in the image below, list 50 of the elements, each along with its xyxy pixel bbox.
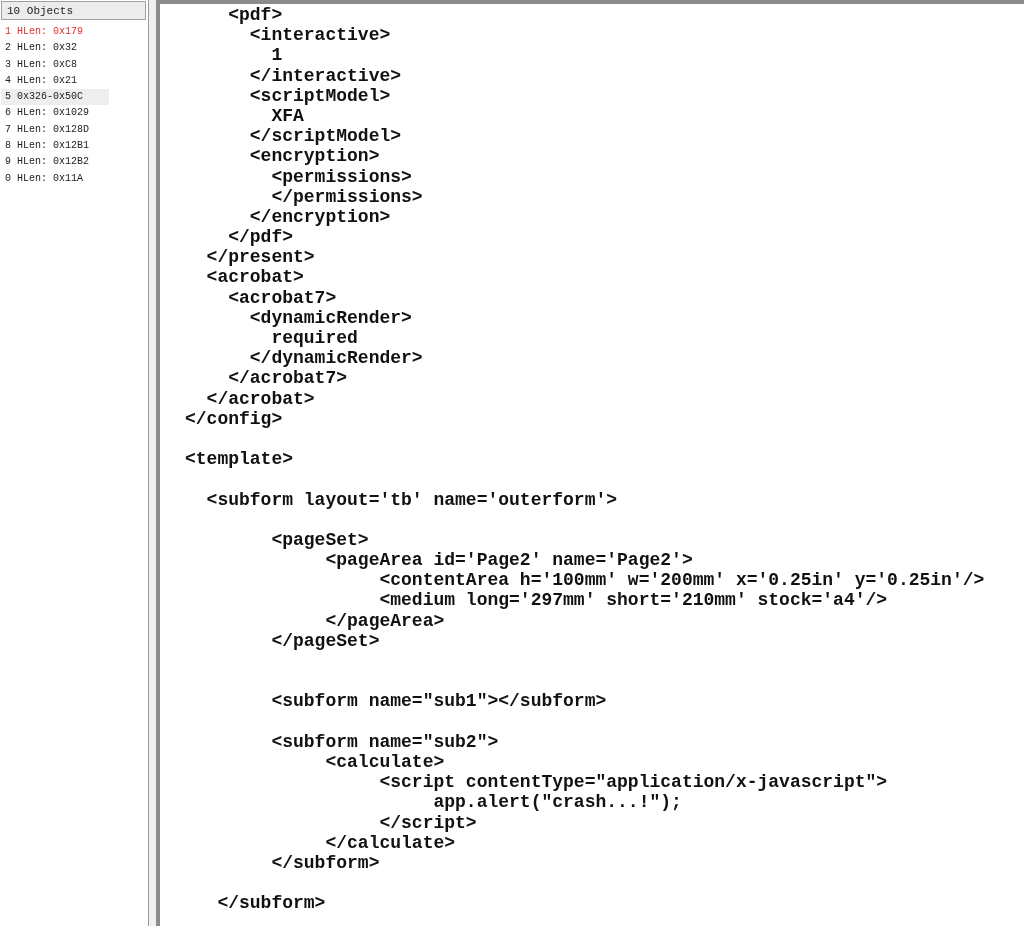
code-line: <contentArea h='100mm' w='200mm' x='0.25in' y='0.25in'/> bbox=[378, 570, 985, 591]
object-list-item[interactable]: 0 HLen: 0x11A bbox=[1, 170, 109, 187]
code-line: app.alert("crash...!"); bbox=[432, 792, 682, 813]
code-line: XFA bbox=[270, 105, 304, 126]
code-line: </pageArea> bbox=[324, 610, 445, 631]
code-line: <permissions> bbox=[270, 166, 412, 187]
object-list-item[interactable]: 6 HLen: 0x1029 bbox=[1, 105, 109, 122]
code-line: <acrobat> bbox=[205, 267, 304, 288]
code-line: </pdf> bbox=[227, 227, 294, 248]
code-line: </interactive> bbox=[248, 65, 402, 86]
object-list-item[interactable]: 1 HLen: 0x179 bbox=[1, 24, 109, 41]
code-line: </acrobat> bbox=[205, 388, 315, 409]
object-list-item[interactable]: 2 HLen: 0x32 bbox=[1, 40, 109, 57]
code-line: </subform> bbox=[216, 893, 326, 914]
code-line: <template> bbox=[185, 449, 294, 470]
code-line: <scriptModel> bbox=[248, 85, 391, 106]
code-line: <calculate> bbox=[324, 751, 445, 772]
code-line: </present> bbox=[205, 247, 315, 268]
object-list-item[interactable]: 4 HLen: 0x21 bbox=[1, 72, 109, 90]
code-line: </subform> bbox=[270, 852, 380, 873]
object-list-item[interactable]: 3 HLen: 0xC8 bbox=[1, 56, 109, 73]
code-line: <acrobat7> bbox=[227, 287, 337, 308]
code-line: </permissions> bbox=[270, 186, 423, 207]
code-line: <medium long='297mm' short='210mm' stock='a4'/> bbox=[378, 590, 888, 611]
code-line: <pdf> bbox=[227, 5, 283, 25]
code-line: </script> bbox=[378, 812, 477, 833]
code-line: <pageArea id='Page2' name='Page2'> bbox=[324, 550, 693, 571]
code-line: </calculate> bbox=[324, 832, 456, 853]
code-line: </config> bbox=[185, 408, 283, 429]
code-line: <subform name="sub1"></subform> bbox=[270, 691, 607, 712]
code-line: </scriptModel> bbox=[248, 126, 402, 147]
list-header: 10 Objects bbox=[1, 1, 146, 20]
object-list-item[interactable]: 9 HLen: 0x12B2 bbox=[1, 154, 109, 171]
splitter-bar[interactable] bbox=[149, 0, 156, 926]
code-line: </pageSet> bbox=[270, 630, 380, 651]
code-line: <subform layout='tb' name='outerform'> bbox=[205, 489, 618, 510]
code-line: 1 bbox=[270, 45, 283, 66]
object-list-item[interactable]: 5 0x326-0x50C bbox=[1, 89, 109, 106]
code-line: <subform name="sub2"> bbox=[270, 731, 499, 752]
object-list-item[interactable]: 7 HLen: 0x128D bbox=[1, 121, 109, 139]
code-line: <dynamicRender> bbox=[248, 307, 412, 328]
code-line: <encryption> bbox=[248, 146, 380, 167]
code-line: <pageSet> bbox=[270, 529, 369, 550]
code-line: </dynamicRender> bbox=[248, 348, 423, 369]
code-line: <script contentType="application/x-javascript"> bbox=[378, 772, 888, 793]
code-line: <interactive> bbox=[248, 25, 391, 46]
code-line: </acrobat7> bbox=[227, 368, 348, 389]
object-list-item[interactable]: 8 HLen: 0x12B1 bbox=[1, 138, 109, 155]
code-line: required bbox=[270, 328, 358, 348]
code-line: </encryption> bbox=[248, 206, 391, 227]
